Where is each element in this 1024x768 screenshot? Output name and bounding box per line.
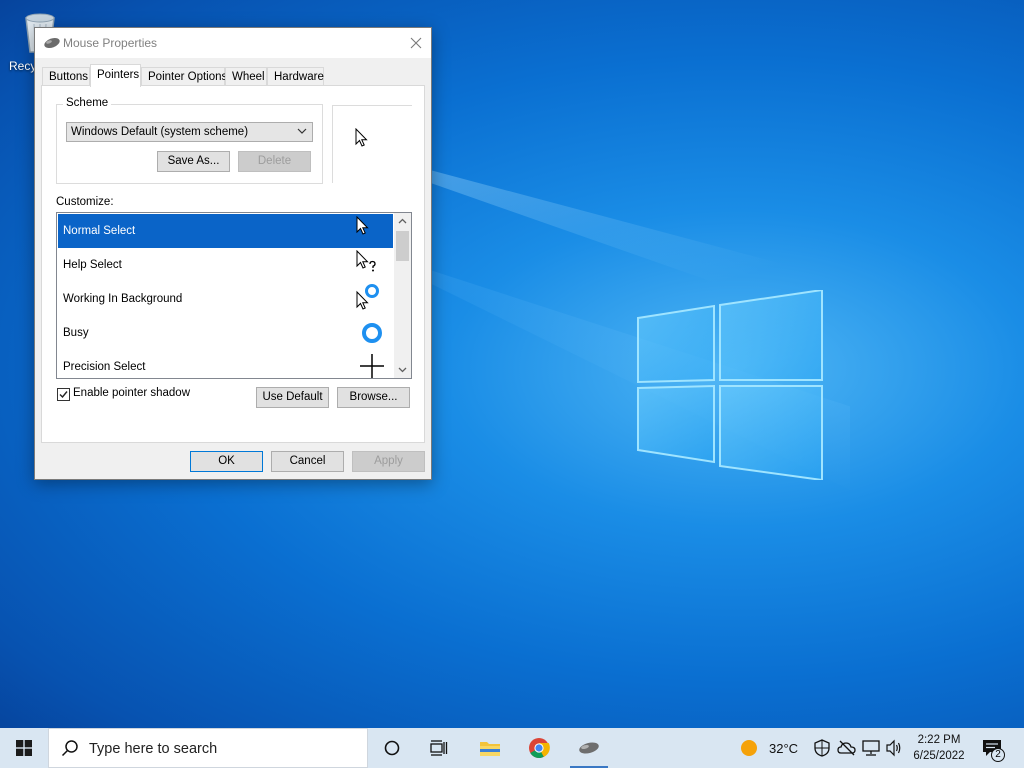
network-icon[interactable] [862, 740, 880, 756]
mouse-icon [579, 742, 599, 754]
ok-button[interactable]: OK [190, 451, 263, 472]
weather-temperature[interactable]: 32°C [769, 741, 798, 756]
pointers-panel: Scheme Windows Default (system scheme) S… [41, 85, 425, 443]
clock[interactable]: 2:22 PM 6/25/2022 [900, 732, 978, 764]
busy-cursor-icon [362, 323, 382, 343]
clock-date: 6/25/2022 [913, 750, 965, 762]
list-item[interactable]: Help Select [58, 248, 393, 282]
file-explorer-button[interactable] [467, 728, 513, 768]
mouse-properties-dialog: Mouse Properties Buttons Pointers Pointe… [34, 27, 432, 480]
recycle-bin-label: Recy [9, 59, 37, 73]
chevron-down-icon [398, 367, 407, 373]
onedrive-offline-icon[interactable] [837, 740, 857, 756]
clock-time: 2:22 PM [917, 734, 961, 746]
enable-shadow-label[interactable]: Enable pointer shadow [73, 387, 190, 399]
working-cursor-icon [356, 284, 379, 310]
search-icon [61, 740, 78, 757]
enable-shadow-checkbox[interactable] [57, 388, 70, 401]
folder-icon [480, 742, 500, 756]
search-placeholder: Type here to search [89, 741, 218, 757]
list-item[interactable]: Normal Select [58, 214, 393, 248]
list-item-label: Normal Select [63, 225, 136, 237]
list-scrollbar[interactable] [394, 213, 411, 378]
list-item-label: Busy [63, 327, 89, 339]
cursor-preview [332, 105, 412, 183]
task-view-icon [430, 740, 448, 756]
dialog-title: Mouse Properties [63, 36, 158, 50]
windows-logo [637, 290, 823, 480]
use-default-button[interactable]: Use Default [256, 387, 329, 408]
taskbar-search-box[interactable]: Type here to search [48, 728, 368, 768]
action-center-button[interactable]: 2 [980, 736, 1006, 762]
apply-button[interactable]: Apply [352, 451, 425, 472]
cursor-list[interactable]: Normal Select Help Select Working In Bac… [56, 212, 412, 379]
chevron-up-icon [398, 218, 407, 224]
scroll-up-button[interactable] [394, 213, 411, 230]
tab-hardware[interactable]: Hardware [267, 67, 324, 86]
browse-button[interactable]: Browse... [337, 387, 410, 408]
list-item-label: Help Select [63, 259, 122, 271]
list-item[interactable]: Precision Select [58, 350, 393, 378]
list-item-label: Precision Select [63, 361, 146, 373]
list-item-label: Working In Background [63, 293, 183, 305]
windows-start-icon [16, 740, 32, 756]
list-item[interactable]: Working In Background [58, 282, 393, 316]
scroll-down-button[interactable] [394, 361, 411, 378]
cortana-icon [384, 740, 400, 756]
checkmark-icon [59, 391, 68, 399]
taskbar: Type here to search 32°C 2:22 PM 6/25/20… [0, 728, 1024, 768]
help-cursor-icon [356, 250, 376, 272]
scroll-thumb[interactable] [396, 231, 409, 261]
scheme-dropdown-value: Windows Default (system scheme) [71, 126, 249, 138]
security-shield-icon[interactable] [814, 739, 830, 757]
list-item[interactable]: Busy [58, 316, 393, 350]
arrow-cursor-icon [356, 216, 369, 235]
tab-wheel[interactable]: Wheel [225, 67, 267, 86]
customize-label: Customize: [56, 196, 114, 208]
mouse-properties-taskbar-button[interactable] [566, 728, 612, 768]
tab-pointer-options[interactable]: Pointer Options [141, 67, 227, 86]
notification-count: 2 [991, 748, 1005, 762]
crosshair-cursor-icon [360, 354, 384, 378]
cortana-button[interactable] [369, 728, 415, 768]
delete-button[interactable]: Delete [238, 151, 311, 172]
start-button[interactable] [0, 728, 48, 768]
scheme-legend: Scheme [63, 97, 112, 109]
close-button[interactable] [401, 28, 431, 58]
chevron-down-icon [297, 128, 307, 134]
tab-buttons[interactable]: Buttons [42, 67, 90, 86]
title-bar[interactable]: Mouse Properties [35, 28, 431, 58]
scheme-group: Scheme Windows Default (system scheme) S… [56, 97, 323, 184]
tab-pointers[interactable]: Pointers [90, 64, 141, 87]
chrome-button[interactable] [516, 728, 562, 768]
mouse-icon [44, 37, 60, 49]
cancel-button[interactable]: Cancel [271, 451, 344, 472]
chrome-icon [529, 738, 550, 759]
save-as-button[interactable]: Save As... [157, 151, 230, 172]
task-view-button[interactable] [416, 728, 462, 768]
close-icon [410, 37, 422, 49]
weather-sun-icon [741, 740, 757, 756]
scheme-dropdown[interactable]: Windows Default (system scheme) [66, 122, 313, 142]
arrow-cursor-icon [355, 128, 368, 147]
